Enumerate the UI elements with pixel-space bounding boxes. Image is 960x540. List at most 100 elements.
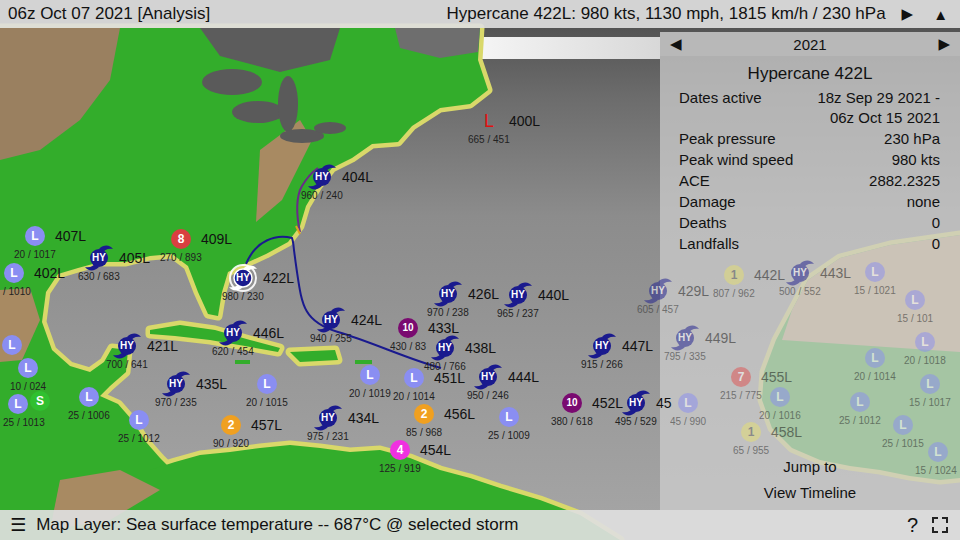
- storm-name[interactable]: 451L: [434, 370, 465, 386]
- storm-icon[interactable]: L: [864, 347, 886, 369]
- storm-name[interactable]: 433L: [428, 320, 459, 336]
- storm-name[interactable]: 434L: [348, 410, 379, 426]
- storm-icon[interactable]: L: [904, 289, 926, 311]
- storm-icon[interactable]: L: [256, 373, 278, 395]
- storm-name[interactable]: 407L: [55, 228, 86, 244]
- storm-icon[interactable]: L: [919, 373, 941, 395]
- storm-name[interactable]: 446L: [253, 325, 284, 341]
- storm-icon[interactable]: HY: [434, 337, 456, 359]
- storm-icon[interactable]: 2: [220, 414, 242, 436]
- storm-icon[interactable]: L: [3, 262, 25, 284]
- storm-icon[interactable]: HY: [88, 247, 110, 269]
- storm-icon[interactable]: HY: [232, 267, 254, 289]
- storm-symbol: HY: [88, 247, 110, 269]
- storm-icon[interactable]: HY: [437, 283, 459, 305]
- storm-icon[interactable]: HY: [674, 327, 696, 349]
- storm-name[interactable]: 422L: [263, 270, 294, 286]
- storm-name[interactable]: 435L: [196, 376, 227, 392]
- storm-icon[interactable]: L: [677, 392, 699, 414]
- storm-icon[interactable]: L: [478, 110, 500, 132]
- storm-name[interactable]: 443L: [820, 265, 851, 281]
- play-button[interactable]: ▶: [898, 5, 918, 23]
- next-year-button[interactable]: ▶: [938, 35, 950, 53]
- storm-name[interactable]: 405L: [119, 250, 150, 266]
- storm-icon[interactable]: HY: [222, 322, 244, 344]
- storm-reading: 215 / 775: [720, 390, 762, 402]
- storm-icon[interactable]: 10: [397, 317, 419, 339]
- storm-name[interactable]: 444L: [508, 369, 539, 385]
- prev-year-button[interactable]: ◀: [670, 35, 682, 53]
- storm-name[interactable]: 449L: [705, 330, 736, 346]
- storm-icon[interactable]: L: [927, 441, 949, 463]
- storm-icon[interactable]: 10: [561, 392, 583, 414]
- storm-icon[interactable]: 1: [723, 264, 745, 286]
- storm-name[interactable]: 421L: [147, 338, 178, 354]
- storm-icon[interactable]: L: [128, 409, 150, 431]
- storm-symbol: S: [29, 390, 51, 412]
- storm-icon[interactable]: HY: [116, 335, 138, 357]
- storm-icon[interactable]: HY: [647, 280, 669, 302]
- storm-name[interactable]: 454L: [420, 442, 451, 458]
- storm-icon[interactable]: S: [29, 390, 51, 412]
- storm-icon[interactable]: L: [24, 225, 46, 247]
- storm-icon[interactable]: L: [403, 367, 425, 389]
- storm-symbol: 2: [413, 403, 435, 425]
- storm-name[interactable]: 442L: [754, 267, 785, 283]
- storm-icon[interactable]: L: [498, 406, 520, 428]
- storm-summary[interactable]: Hypercane 422L: 980 kts, 1130 mph, 1815 …: [446, 4, 885, 24]
- storm-reading: 15 / 1021: [854, 285, 896, 297]
- storm-icon[interactable]: 2: [413, 403, 435, 425]
- storm-name[interactable]: 404L: [342, 169, 373, 185]
- storm-icon[interactable]: HY: [320, 309, 342, 331]
- storm-name[interactable]: 455L: [761, 369, 792, 385]
- view-timeline-button[interactable]: View Timeline: [660, 484, 960, 502]
- storm-icon[interactable]: L: [1, 334, 23, 356]
- storm-symbol: L: [7, 393, 29, 415]
- storm-symbol: L: [904, 289, 926, 311]
- fullscreen-icon[interactable]: [932, 517, 948, 533]
- storm-symbol: HY: [674, 327, 696, 349]
- map-layer-label[interactable]: Map Layer: Sea surface temperature -- 68…: [36, 515, 899, 535]
- storm-name[interactable]: 409L: [201, 231, 232, 247]
- storm-icon[interactable]: 4: [389, 439, 411, 461]
- storm-icon[interactable]: L: [78, 386, 100, 408]
- storm-icon[interactable]: L: [7, 393, 29, 415]
- storm-icon[interactable]: 1: [740, 421, 762, 443]
- storm-name[interactable]: 45: [656, 395, 672, 411]
- storm-icon[interactable]: 8: [170, 228, 192, 250]
- storm-icon[interactable]: L: [914, 331, 936, 353]
- storm-reading: 950 / 246: [467, 390, 509, 402]
- storm-icon[interactable]: L: [17, 357, 39, 379]
- storm-icon[interactable]: HY: [507, 284, 529, 306]
- storm-icon[interactable]: HY: [625, 392, 647, 414]
- storm-name[interactable]: 456L: [444, 406, 475, 422]
- storm-icon[interactable]: HY: [591, 335, 613, 357]
- storm-icon[interactable]: HY: [317, 407, 339, 429]
- storm-name[interactable]: 426L: [468, 286, 499, 302]
- menu-button[interactable]: ☰: [8, 514, 28, 536]
- storm-icon[interactable]: L: [849, 391, 871, 413]
- storm-icon[interactable]: 7: [730, 366, 752, 388]
- storm-name[interactable]: 402L: [34, 265, 65, 281]
- storm-name[interactable]: 440L: [538, 287, 569, 303]
- storm-icon[interactable]: HY: [165, 373, 187, 395]
- help-button[interactable]: ?: [907, 514, 918, 537]
- storm-icon[interactable]: L: [892, 414, 914, 436]
- storm-icon[interactable]: HY: [789, 262, 811, 284]
- storm-name[interactable]: 438L: [465, 340, 496, 356]
- storm-icon[interactable]: L: [769, 386, 791, 408]
- storm-name[interactable]: 457L: [251, 417, 282, 433]
- collapse-button[interactable]: ▲: [929, 6, 952, 23]
- storm-name[interactable]: 458L: [771, 424, 802, 440]
- info-panel: ◀2021▶Hypercane 422LDates active18z Sep …: [660, 32, 960, 510]
- storm-icon[interactable]: L: [864, 261, 886, 283]
- storm-name[interactable]: 429L: [678, 283, 709, 299]
- storm-name[interactable]: 400L: [509, 113, 540, 129]
- storm-icon[interactable]: HY: [311, 166, 333, 188]
- storm-name[interactable]: 424L: [351, 312, 382, 328]
- jump-to-button[interactable]: Jump to: [660, 458, 960, 476]
- storm-name[interactable]: 452L: [592, 395, 623, 411]
- storm-icon[interactable]: L: [359, 364, 381, 386]
- storm-name[interactable]: 447L: [622, 338, 653, 354]
- storm-icon[interactable]: HY: [477, 366, 499, 388]
